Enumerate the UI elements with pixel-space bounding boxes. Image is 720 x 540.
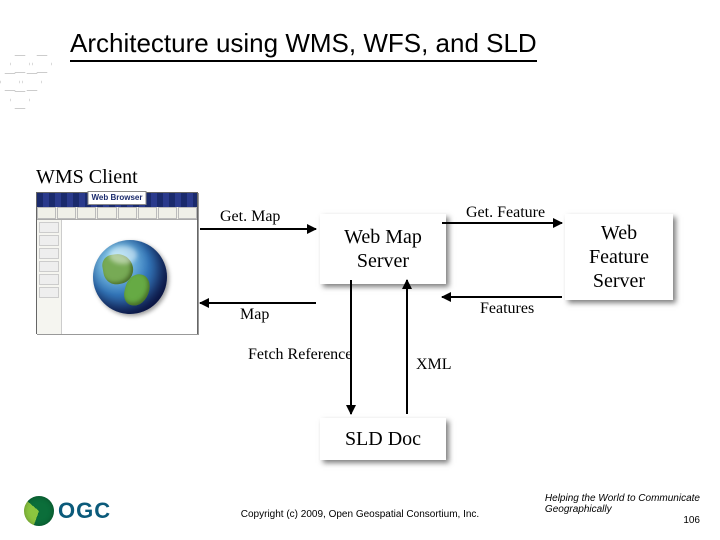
- label-xml: XML: [416, 356, 452, 374]
- label-map: Map: [240, 306, 269, 324]
- web-feature-server-box: Web Feature Server: [565, 214, 673, 300]
- browser-toolbar: [37, 207, 197, 220]
- browser-title: Web Browser: [88, 191, 147, 205]
- arrow-map: [200, 302, 316, 304]
- tagline: Helping the World to Communicate Geograp…: [545, 493, 700, 526]
- arrow-getfeature: [442, 222, 562, 224]
- label-getfeature: Get. Feature: [466, 204, 545, 222]
- wms-client-label: WMS Client: [36, 166, 138, 189]
- label-getmap: Get. Map: [220, 208, 280, 226]
- arrow-xml: [406, 280, 408, 414]
- slide-title: Architecture using WMS, WFS, and SLD: [70, 28, 537, 62]
- globe-icon: [93, 240, 167, 314]
- web-map-server-box: Web Map Server: [320, 214, 446, 284]
- page-number: 106: [545, 515, 700, 526]
- label-fetchref: Fetch Reference: [248, 346, 352, 364]
- web-browser-window: Web Browser: [36, 192, 198, 334]
- label-features: Features: [480, 300, 534, 318]
- browser-sidebar: [37, 220, 62, 334]
- arrow-getmap: [200, 228, 316, 230]
- hex-decor: [0, 55, 70, 115]
- sld-doc-box: SLD Doc: [320, 418, 446, 460]
- arrow-features: [442, 296, 562, 298]
